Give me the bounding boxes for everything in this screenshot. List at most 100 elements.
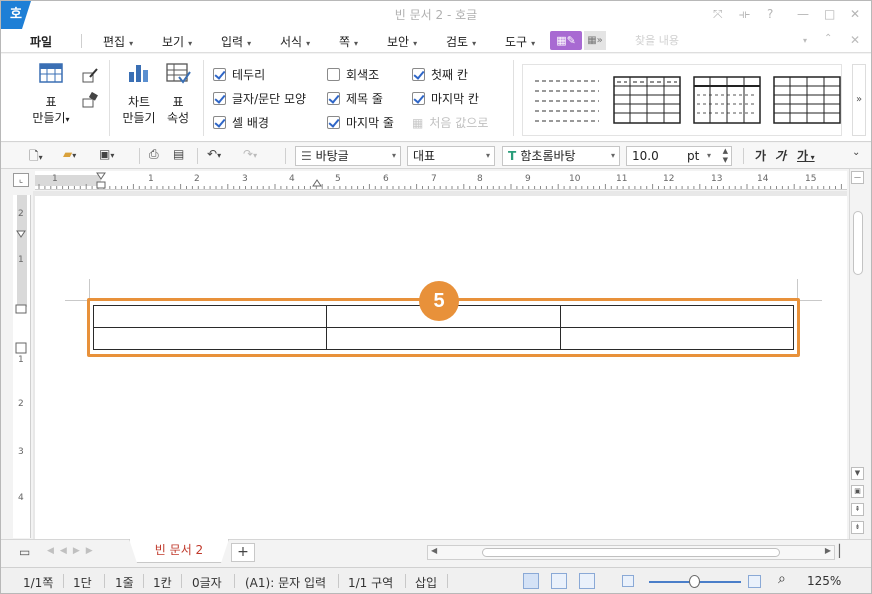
reset-default-button[interactable]: ▦ 처음 값으로 (412, 115, 488, 131)
table-style-thumb-2[interactable] (611, 73, 683, 127)
print-icon[interactable]: ⎙ (149, 147, 159, 165)
table-layout-tab-icon[interactable]: ▦» (584, 31, 606, 50)
chart-create-button[interactable]: 차트 만들기 (117, 62, 161, 126)
vertical-scroll-thumb[interactable] (853, 211, 863, 275)
zoom-magnifier-icon[interactable]: ⌕ (778, 571, 786, 587)
prev-page-icon[interactable]: ⇞ (851, 503, 864, 516)
status-page[interactable]: 1/1쪽 (23, 574, 53, 591)
status-bar: 1/1쪽 1단 1줄 1칸 0글자 (A1): 문자 입력 1/1 구역 삽입 … (1, 567, 871, 593)
check-char-para[interactable]: 글자/문단 모양 (213, 91, 306, 107)
checkbox-checked-icon[interactable] (213, 92, 226, 105)
zoom-in-icon[interactable] (748, 575, 761, 588)
checkbox-checked-icon[interactable] (327, 116, 340, 129)
scroll-up-icon[interactable]: — (851, 171, 864, 184)
vertical-ruler[interactable]: 2 1 1 2 3 4 (13, 195, 31, 538)
font-select[interactable]: T 함초롬바탕 ▾ (502, 146, 620, 166)
table-style-thumb-3[interactable] (691, 73, 763, 127)
undo-icon[interactable]: ↶▾ (207, 147, 221, 165)
menu-insert[interactable]: 입력 ▾ (221, 33, 251, 50)
collapse-ribbon-icon[interactable]: ⌃ (824, 33, 832, 44)
checkbox-checked-icon[interactable] (412, 92, 425, 105)
menu-security[interactable]: 보안 ▾ (387, 33, 417, 50)
menu-view[interactable]: 보기 ▾ (162, 33, 192, 50)
scroll-left-icon[interactable]: ◀ (431, 546, 437, 555)
width-view-icon[interactable] (551, 573, 567, 589)
scroll-right-icon[interactable]: ▶ (825, 546, 831, 555)
size-spinner-icon[interactable]: ▲ ▼ (723, 147, 728, 165)
status-insert-mode[interactable]: 삽입 (415, 574, 437, 591)
save-icon[interactable]: ▣▾ (99, 147, 114, 165)
tab-blank-doc-2[interactable]: 빈 문서 2 (129, 539, 229, 563)
zoom-out-icon[interactable] (622, 575, 634, 587)
language-select[interactable]: 대표 ▾ (407, 146, 495, 166)
ruler-corner-button[interactable]: ⌞ (13, 173, 29, 187)
table-style-thumb-4[interactable] (771, 73, 843, 127)
maximize-button[interactable]: □ (824, 7, 835, 21)
close-button[interactable]: ✕ (850, 7, 860, 21)
menu-tools[interactable]: 도구 ▾ (505, 33, 535, 50)
check-border[interactable]: 테두리 (213, 67, 265, 83)
font-size-input[interactable]: 10.0 pt ▾ ▲ ▼ (626, 146, 732, 166)
search-input[interactable]: 찾을 내용 ▾ (621, 32, 813, 50)
status-section[interactable]: 1/1 구역 (348, 574, 393, 591)
checkbox-unchecked-icon[interactable] (327, 68, 340, 81)
ruler-number: 6 (383, 174, 389, 184)
status-divider (405, 574, 406, 588)
menu-format[interactable]: 서식 ▾ (280, 33, 310, 50)
checkbox-checked-icon[interactable] (412, 68, 425, 81)
checkbox-checked-icon[interactable] (213, 116, 226, 129)
horizontal-scroll-thumb[interactable] (482, 548, 780, 557)
bold-button[interactable]: 가 (755, 147, 766, 164)
horizontal-scrollbar[interactable]: ◀ ▶ (427, 545, 835, 560)
table-style-thumb-1[interactable] (531, 73, 603, 127)
zoom-slider-handle[interactable] (689, 575, 700, 588)
open-folder-icon[interactable]: ▰▾ (63, 147, 76, 165)
normal-view-icon[interactable] (523, 573, 539, 589)
table-design-tab-icon[interactable]: ▦✎ (550, 31, 582, 50)
check-title-row[interactable]: 제목 줄 (327, 91, 383, 107)
table-edit-icon[interactable] (81, 68, 99, 88)
minimize-button[interactable]: — (797, 7, 809, 21)
underline-button[interactable]: 가 ▾ (797, 147, 815, 164)
split-view-icon[interactable]: ⟛ (739, 7, 750, 22)
check-grayscale[interactable]: 회색조 (327, 67, 379, 83)
split-handle-icon[interactable]: ▏ (839, 544, 848, 558)
checkbox-checked-icon[interactable] (327, 92, 340, 105)
menu-review[interactable]: 검토 ▾ (446, 33, 476, 50)
tab-list-icon[interactable]: ▭ (19, 545, 30, 559)
ruler-number: 1 (52, 174, 58, 184)
close-doc-icon[interactable]: ✕ (850, 33, 860, 47)
tab-nav-arrows-icon[interactable]: ◀◀▶▶ (47, 546, 99, 556)
next-page-icon[interactable]: ⇟ (851, 521, 864, 534)
zoom-level[interactable]: 125% (807, 574, 841, 588)
check-cell-bg[interactable]: 셀 배경 (213, 115, 269, 131)
ruler-number: 10 (569, 174, 581, 184)
scroll-down-icon[interactable]: ▼ (851, 467, 864, 480)
toolbar-expand-icon[interactable]: ⌄ (852, 147, 860, 165)
fullscreen-icon[interactable]: ⤧ (713, 7, 723, 22)
new-document-icon[interactable]: 🗋▾ (29, 147, 43, 165)
redo-icon[interactable]: ↷▾ (243, 147, 257, 165)
table-eraser-icon[interactable] (81, 91, 99, 112)
document-page[interactable] (35, 196, 847, 539)
gallery-expand-button[interactable]: » (852, 64, 866, 136)
table-create-button[interactable]: 표 만들기▾ (29, 62, 73, 128)
italic-button[interactable]: 가 (775, 147, 786, 164)
table-props-button[interactable]: 표 속성 (161, 62, 195, 126)
vertical-scrollbar[interactable]: — ▼ ▣ ⇞ ⇟ (849, 169, 865, 539)
help-icon[interactable]: ? (767, 7, 773, 21)
eraser-icon (82, 91, 98, 108)
menu-page[interactable]: 쪽 ▾ (339, 33, 358, 50)
preview-icon[interactable]: ▤ (173, 147, 184, 165)
check-first-col[interactable]: 첫째 칸 (412, 67, 468, 83)
menu-edit[interactable]: 편집 ▾ (103, 33, 133, 50)
horizontal-ruler[interactable]: 1 1 2 3 4 5 6 7 8 9 10 11 12 13 14 15 (35, 171, 847, 190)
menu-file[interactable]: 파일 (30, 33, 52, 50)
checkbox-checked-icon[interactable] (213, 68, 226, 81)
check-last-col[interactable]: 마지막 칸 (412, 91, 479, 107)
add-tab-button[interactable]: + (231, 543, 255, 562)
page-view-icon[interactable]: ▣ (851, 485, 864, 498)
check-last-row[interactable]: 마지막 줄 (327, 115, 394, 131)
style-select[interactable]: ☰ 바탕글 ▾ (295, 146, 401, 166)
page-view-button-icon[interactable] (579, 573, 595, 589)
